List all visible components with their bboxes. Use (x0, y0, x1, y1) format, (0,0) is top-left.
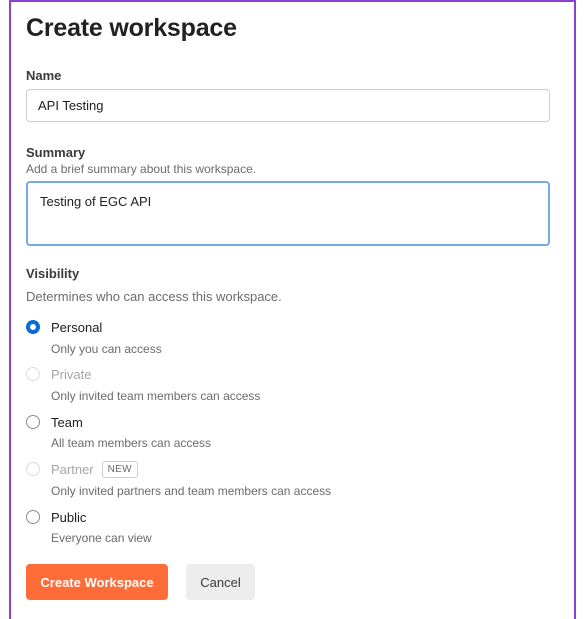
visibility-label: Visibility (26, 266, 80, 281)
radio-personal[interactable] (26, 320, 40, 334)
radio-label-personal: Personal (51, 319, 103, 335)
create-workspace-button[interactable]: Create Workspace (26, 564, 168, 600)
radio-partner (26, 462, 40, 476)
visibility-option-team[interactable]: Team (26, 412, 83, 432)
new-badge: NEW (101, 460, 138, 478)
radio-desc-public: Everyone can view (51, 531, 152, 545)
visibility-option-public[interactable]: Public (26, 507, 86, 527)
summary-help: Add a brief summary about this workspace… (26, 162, 257, 176)
radio-public[interactable] (26, 510, 40, 524)
visibility-option-private: Private (26, 364, 91, 384)
summary-textarea[interactable] (26, 181, 550, 246)
name-input[interactable] (26, 89, 550, 122)
radio-label-private: Private (51, 366, 92, 382)
cancel-button[interactable]: Cancel (186, 564, 255, 600)
radio-private (26, 367, 40, 381)
radio-label-public: Public (51, 509, 87, 525)
summary-label: Summary (26, 145, 86, 160)
radio-label-partner: Partner (51, 461, 94, 477)
radio-label-team: Team (51, 414, 83, 430)
radio-desc-team: All team members can access (51, 436, 212, 450)
radio-desc-private: Only invited team members can access (51, 389, 261, 403)
page-title: Create workspace (26, 14, 237, 42)
visibility-help: Determines who can access this workspace… (26, 289, 282, 304)
radio-desc-partner: Only invited partners and team members c… (51, 484, 332, 498)
radio-desc-personal: Only you can access (51, 342, 162, 356)
radio-team[interactable] (26, 415, 40, 429)
name-label: Name (26, 68, 62, 83)
visibility-option-personal[interactable]: Personal (26, 317, 102, 337)
visibility-option-partner: Partner NEW (26, 459, 138, 479)
